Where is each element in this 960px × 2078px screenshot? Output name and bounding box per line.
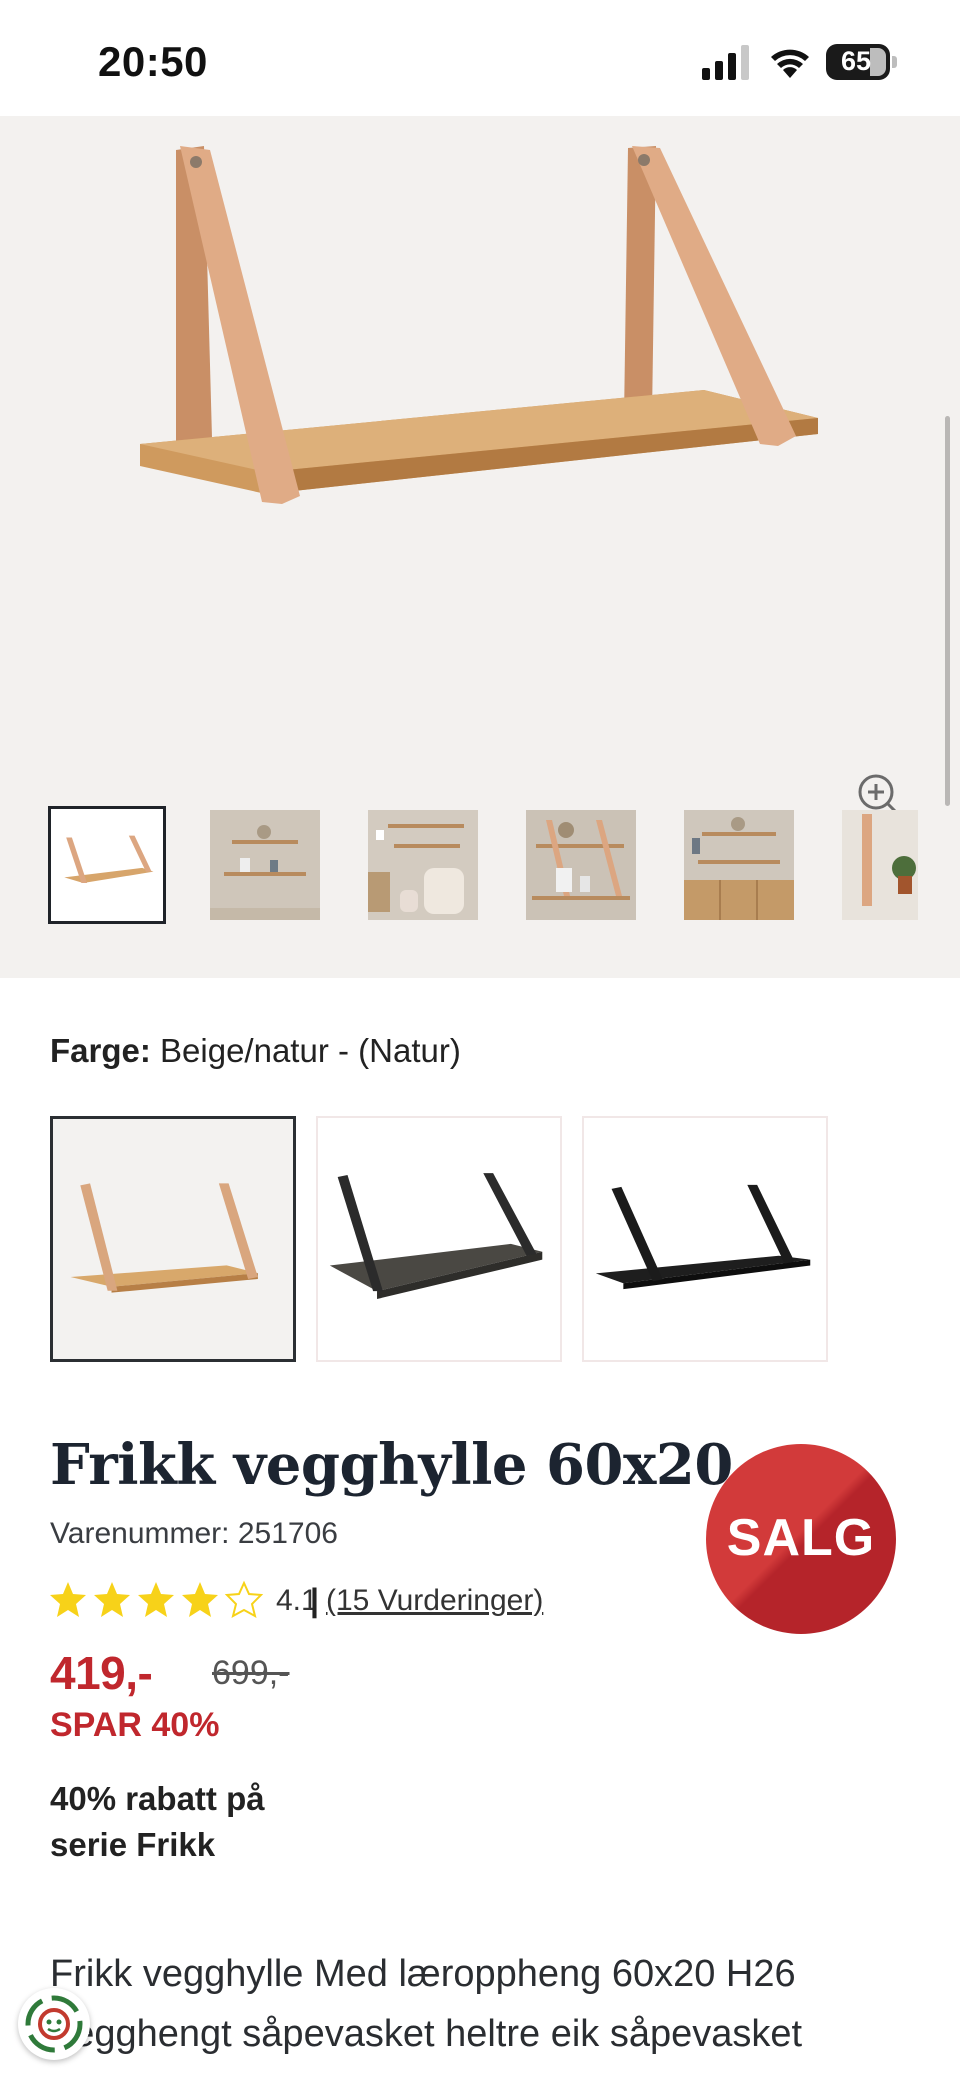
product-sku: Varenummer: 251706 — [50, 1517, 338, 1550]
color-swatch-natur[interactable] — [50, 1116, 296, 1362]
signal-icon — [702, 45, 749, 80]
thumbnail-2[interactable] — [210, 810, 320, 920]
color-label-value: Beige/natur - (Natur) — [160, 1032, 461, 1069]
battery-level: 65 — [840, 46, 872, 76]
star-filled-icon — [50, 1582, 86, 1617]
thumbnail-5[interactable] — [684, 810, 794, 920]
status-bar: 20:50 65 — [0, 0, 960, 116]
thumbnail-6[interactable] — [842, 810, 918, 920]
thumbnail-1[interactable] — [48, 806, 166, 924]
sale-badge-text: SALG — [726, 1509, 876, 1567]
main-product-image[interactable] — [0, 116, 960, 756]
current-price: 419,- — [50, 1647, 153, 1699]
star-filled-icon — [182, 1582, 218, 1617]
chat-assistant-button[interactable] — [18, 1988, 90, 2060]
product-title: Frikk vegghylle 60x20 — [50, 1432, 733, 1498]
thumbnail-4[interactable] — [526, 810, 636, 920]
color-swatch-dark-wood[interactable] — [316, 1116, 562, 1362]
gallery-scrollbar[interactable] — [945, 416, 950, 806]
original-price: 699,- — [212, 1654, 290, 1692]
star-filled-icon — [94, 1582, 130, 1617]
wifi-icon — [771, 49, 809, 78]
chat-assistant-icon — [25, 1995, 83, 2053]
battery-icon: 65 — [826, 44, 898, 80]
thumbnail-strip — [0, 806, 960, 950]
reviews-link[interactable]: (15 Vurderinger) — [326, 1584, 543, 1618]
product-description: Frikk vegghylle Med læroppheng 60x20 H26… — [50, 1953, 803, 2055]
series-promo: 40% rabatt på serie Frikk — [50, 1780, 265, 1863]
status-time: 20:50 — [98, 38, 208, 85]
star-filled-icon — [138, 1582, 174, 1617]
color-label-key: Farge: — [50, 1032, 151, 1069]
color-swatch-black[interactable] — [582, 1116, 828, 1362]
product-gallery[interactable] — [0, 116, 960, 978]
thumbnail-3[interactable] — [368, 810, 478, 920]
color-label: Farge: Beige/natur - (Natur) — [50, 1032, 461, 1070]
product-rating[interactable]: 4.1 | (15 Vurderinger) — [48, 1580, 648, 1624]
star-empty-icon — [224, 1580, 264, 1618]
sale-badge: SALG — [706, 1444, 896, 1634]
rating-separator: | — [310, 1582, 319, 1618]
discount-label: SPAR 40% — [50, 1706, 220, 1744]
